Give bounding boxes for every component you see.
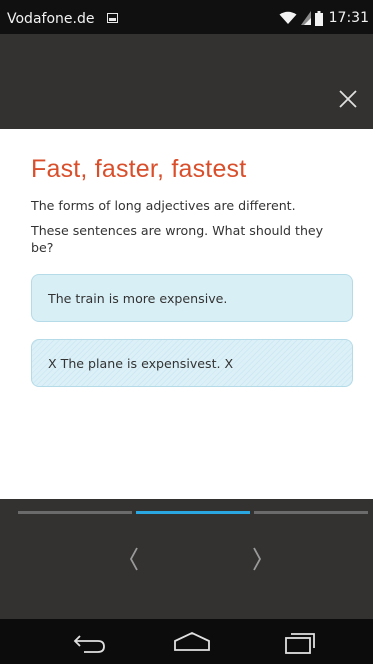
next-button[interactable] (245, 544, 269, 574)
top-app-bar (0, 34, 373, 129)
home-button[interactable] (171, 629, 213, 655)
answer-option[interactable]: X The plane is expensivest. X (31, 339, 353, 387)
home-icon (174, 632, 210, 651)
image-notification-icon (107, 13, 118, 23)
battery-icon (314, 10, 323, 26)
status-icons: 17:31 (279, 9, 369, 27)
clock: 17:31 (328, 10, 369, 26)
chevron-left-icon (129, 547, 138, 571)
pager-bar (0, 499, 373, 619)
back-icon (73, 635, 105, 653)
system-navigation-bar (0, 619, 373, 664)
close-button[interactable] (337, 88, 359, 110)
instruction-text: The forms of long adjectives are differe… (31, 198, 296, 213)
progress-segment (254, 511, 368, 514)
question-text: These sentences are wrong. What should t… (31, 223, 324, 255)
progress-segment-active (136, 511, 250, 514)
wifi-icon (279, 11, 297, 24)
answer-text: The train is more expensive. (48, 290, 228, 306)
progress-segment (18, 511, 132, 514)
status-bar: Vodafone.de 17:31 (0, 0, 373, 34)
chevron-right-icon (253, 547, 262, 571)
exercise-card: Fast, faster, fastest The forms of long … (0, 129, 373, 499)
answer-option[interactable]: The train is more expensive. (31, 274, 353, 322)
back-button[interactable] (72, 629, 108, 655)
recent-apps-button[interactable] (282, 629, 318, 655)
recent-apps-icon (285, 633, 315, 654)
answer-text: X The plane is expensivest. X (48, 355, 234, 371)
close-icon (339, 90, 357, 108)
carrier-label: Vodafone.de (7, 11, 95, 27)
previous-button[interactable] (122, 544, 146, 574)
exercise-title: Fast, faster, fastest (31, 155, 247, 183)
signal-icon (300, 11, 311, 25)
app-screen: Vodafone.de 17:31 Fast, faster, fastest … (0, 0, 373, 664)
